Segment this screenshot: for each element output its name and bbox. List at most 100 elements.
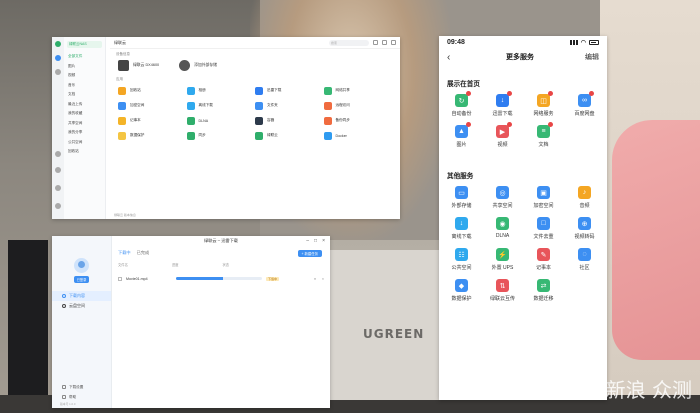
new-task-button[interactable]: + 新建任务 [297,250,322,257]
service-item[interactable]: ⇄ 数据迁移 [523,279,564,302]
service-item[interactable]: ↓ 迅雷下载 [482,91,523,117]
sidebar-item[interactable]: 共享空间 [64,119,105,129]
service-label: 百度网盘 [574,111,595,117]
app-tile[interactable]: 同步 [186,130,256,141]
edit-button[interactable]: 编辑 [579,52,599,62]
service-item[interactable]: ◉ DLNA [482,217,523,240]
sidebar-item[interactable]: 回收站 [64,147,105,157]
minimize-icon[interactable]: – [306,238,309,244]
user-icon[interactable] [373,40,378,45]
service-item[interactable]: ♪ 音频 [564,186,605,209]
remove-icon[interactable] [507,122,512,127]
service-item[interactable]: ⊕ 视频转码 [564,217,605,240]
app-tile[interactable]: 回收站 [118,85,187,96]
service-item[interactable]: ⇅ 绿联云互传 [482,279,523,302]
service-icon: ⇅ [496,279,509,292]
service-item[interactable]: ▲ 图片 [441,122,482,148]
remove-icon[interactable] [466,91,471,96]
remove-icon[interactable] [466,122,471,127]
sidebar-item[interactable]: 音乐 [64,81,105,91]
service-item[interactable]: ≡ 文档 [523,122,564,148]
back-icon[interactable]: ‹ [447,52,461,63]
service-item[interactable]: ⚡ 外置 UPS [482,248,523,271]
sidebar-item[interactable]: 文档 [64,90,105,100]
close-icon[interactable]: × [322,238,325,244]
sidebar-item[interactable]: 全部文件 [64,52,105,62]
maximize-icon[interactable]: □ [314,238,317,244]
sidebar-item[interactable]: 视频 [64,71,105,81]
sidebar-item[interactable]: 我的分享 [64,128,105,138]
service-label: 社区 [579,265,590,271]
app-label: 绿联云 [267,133,278,137]
apps-icon[interactable] [55,69,61,75]
service-item[interactable]: ✎ 记事本 [523,248,564,271]
hero-item[interactable]: 绿联云 DX4600 [118,60,159,71]
service-item[interactable]: ◫ 网络服务 [523,91,564,117]
app-tile[interactable]: 备份同步 [323,115,393,126]
service-item[interactable]: ▭ 外部存储 [441,186,482,209]
app-tile[interactable]: 相册 [186,85,256,96]
sidebar-item[interactable]: 图片 [64,62,105,72]
delete-icon[interactable]: × [322,277,324,281]
remove-icon[interactable] [589,91,594,96]
sidebar-item[interactable]: 公共空间 [64,138,105,148]
search-input[interactable]: 搜索 [329,39,369,46]
nav-item[interactable]: 云盘空间 [52,301,111,311]
phone-screen: 09:48 ◠ ‹ 更多服务 编辑 展示在首页 ↻ 自动备份 ↓ 迅雷下载 ◫ 网络服务 ∞… [439,36,607,400]
table-row[interactable]: Movie01.mp4 下载中 ⏸ × [118,274,324,283]
remove-icon[interactable] [507,91,512,96]
avatar[interactable] [74,258,89,273]
service-label: 图片 [456,142,467,148]
nas-desktop-window: 绿联云NAS 全部文件 图片 视频 音乐 文档 最近上传 我的收藏 共享空间 我的分享 公共空间回… [52,37,400,219]
app-tile[interactable]: 数据保护 [118,130,187,141]
pause-icon[interactable]: ⏸ [314,277,316,281]
device-icon[interactable] [55,185,61,191]
service-item[interactable]: ◌ 社区 [564,248,605,271]
service-icon: ≡ [537,122,553,138]
settings-icon[interactable] [55,203,61,209]
app-label: 相册 [198,88,206,92]
app-tile[interactable]: 迅雷下载 [255,85,324,96]
service-item[interactable]: ↓ 离线下载 [441,217,482,240]
service-item[interactable]: ☷ 公共空间 [441,248,482,271]
nav-item[interactable]: 下载内容 [52,291,111,301]
minimize-icon[interactable] [382,40,387,45]
storage-icon[interactable] [55,151,61,157]
files-icon[interactable] [55,55,61,61]
app-tile[interactable]: 文件夹 [255,100,324,111]
service-item[interactable]: ▣ 加密空间 [523,186,564,209]
hero-item[interactable]: 添加外部存储 [179,60,217,71]
bottom-nav-item[interactable]: 下载设置 [52,382,112,392]
app-tile[interactable]: 网络共享 [323,85,393,96]
app-tile[interactable]: 记事本 [118,115,187,126]
tab[interactable]: 下载中 [118,250,131,256]
app-tile[interactable]: 加密空间 [118,100,187,111]
app-icon [118,86,126,95]
app-label: 备份同步 [335,118,350,122]
service-item[interactable]: ◆ 数据保护 [441,279,482,302]
app-tile[interactable]: DLNA [186,115,256,126]
close-icon[interactable] [391,40,396,45]
service-item[interactable]: ▶ 视频 [482,122,523,148]
tab[interactable]: 已完成 [137,250,150,256]
app-icon [255,86,263,95]
service-item[interactable]: ↻ 自动备份 [441,91,482,117]
page-title: 更多服务 [506,54,534,61]
app-tile[interactable]: Docker [323,130,393,141]
sidebar-item[interactable]: 我的收藏 [64,109,105,119]
clock-icon[interactable] [55,167,61,173]
row-checkbox[interactable] [118,276,122,281]
app-label: 远程访问 [335,103,350,107]
service-item[interactable]: □ 文件去重 [523,217,564,240]
bottom-nav-item[interactable]: 帮助 [52,392,112,402]
sidebar-item[interactable]: 最近上传 [64,100,105,110]
device-selector[interactable]: 绿联云NAS [67,41,102,48]
service-item[interactable]: ◎ 共享空间 [482,186,523,209]
remove-icon[interactable] [548,91,553,96]
app-tile[interactable]: 容器 [255,115,324,126]
service-item[interactable]: ∞ 百度网盘 [564,91,605,117]
app-tile[interactable]: 绿联云 [255,130,324,141]
remove-icon[interactable] [548,122,553,127]
app-tile[interactable]: 远程访问 [323,100,393,111]
app-tile[interactable]: 离线下载 [186,100,256,111]
